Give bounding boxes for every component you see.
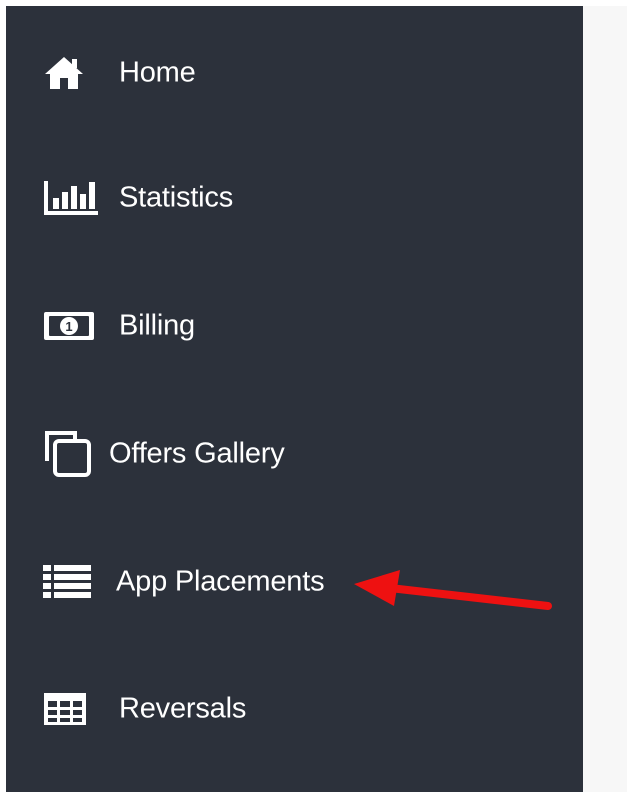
sidebar-item-label: Home: [119, 56, 196, 89]
sidebar-item-label: Statistics: [119, 181, 234, 214]
list-icon: [43, 565, 91, 598]
sidebar-item-label: Reversals: [119, 692, 247, 725]
sidebar-item-reversals[interactable]: Reversals: [6, 679, 583, 739]
annotation-arrow-icon: [354, 570, 552, 610]
sidebar-item-offers-gallery[interactable]: Offers Gallery: [6, 424, 583, 484]
page: Home Statistics 1 Billing Offers Gallery…: [0, 0, 627, 792]
bar-chart-icon: [44, 181, 98, 215]
home-icon: [45, 57, 83, 89]
table-icon: [44, 693, 86, 725]
sidebar: Home Statistics 1 Billing Offers Gallery…: [6, 6, 583, 792]
sidebar-item-billing[interactable]: 1 Billing: [6, 296, 583, 356]
sidebar-item-home[interactable]: Home: [6, 43, 583, 103]
sidebar-item-label: Offers Gallery: [109, 437, 285, 470]
main-content: [583, 6, 627, 792]
sidebar-item-label: App Placements: [116, 565, 325, 598]
sidebar-item-label: Billing: [119, 309, 195, 342]
money-icon: 1: [44, 312, 94, 340]
sidebar-item-statistics[interactable]: Statistics: [6, 168, 583, 228]
clone-icon: [45, 431, 91, 477]
svg-text:1: 1: [65, 319, 72, 334]
